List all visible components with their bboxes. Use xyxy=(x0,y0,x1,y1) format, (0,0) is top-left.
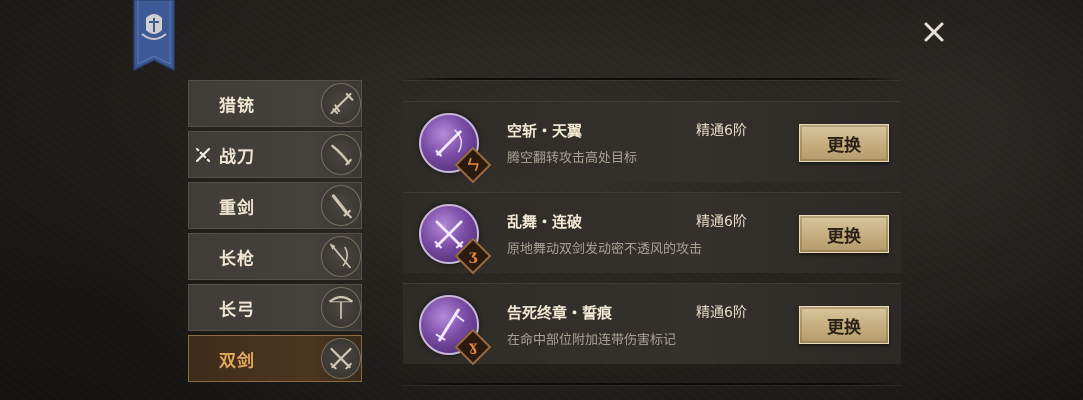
skill-level: 精通6阶 xyxy=(696,305,747,321)
weapon-label: 长枪 xyxy=(219,249,255,269)
weapon-tab-dual-swords[interactable]: 双剑 xyxy=(188,335,362,382)
weapon-label: 重剑 xyxy=(219,198,255,218)
skill-card: ㄣ 空斩・天翼 精通6阶 腾空翻转攻击高处目标 更换 xyxy=(403,101,901,184)
dual-swords-icon xyxy=(321,338,361,379)
skill-description: 原地舞动双剑发动密不透风的攻击 xyxy=(507,242,703,257)
swap-skill-button[interactable]: 更换 xyxy=(799,215,889,253)
top-divider xyxy=(402,78,901,80)
weapon-tab-spear[interactable]: 长枪 xyxy=(188,233,362,280)
skill-level: 精通6阶 xyxy=(696,123,747,139)
swap-skill-button[interactable]: 更换 xyxy=(799,306,889,344)
skill-level: 精通6阶 xyxy=(696,214,747,230)
greatsword-icon xyxy=(321,185,361,226)
skill-card: ʒ 乱舞・连破 精通6阶 原地舞动双剑发动密不透风的攻击 更换 xyxy=(403,192,901,275)
weapon-tab-bow[interactable]: 长弓 xyxy=(188,284,362,331)
skill-name: 乱舞・连破 xyxy=(507,213,583,231)
skill-card: ɣ 告死终章・誓痕 精通6阶 在命中部位附加连带伤害标记 更换 xyxy=(403,283,901,366)
swap-skill-button[interactable]: 更换 xyxy=(799,124,889,162)
weapon-label: 长弓 xyxy=(219,300,255,320)
spear-icon xyxy=(321,236,361,277)
bow-icon xyxy=(321,287,361,328)
weapon-tab-greatsword[interactable]: 重剑 xyxy=(188,182,362,229)
skill-list: ㄣ 空斩・天翼 精通6阶 腾空翻转攻击高处目标 更换 ʒ 乱舞・连破 精通6阶 … xyxy=(403,101,901,374)
crossed-swords-mark-icon xyxy=(195,147,211,163)
skill-description: 在命中部位附加连带伤害标记 xyxy=(507,333,677,348)
bottom-divider xyxy=(402,383,901,385)
skill-description: 腾空翻转攻击高处目标 xyxy=(507,151,638,166)
weapon-tab-saber[interactable]: 战刀 xyxy=(188,131,362,178)
close-button[interactable] xyxy=(918,16,950,48)
weapon-label: 双剑 xyxy=(219,351,255,371)
weapon-tab-musket[interactable]: 猎铳 xyxy=(188,80,362,127)
weapon-label: 战刀 xyxy=(219,147,255,167)
close-icon xyxy=(924,22,944,42)
weapon-label: 猎铳 xyxy=(219,96,255,116)
saber-icon xyxy=(321,134,361,175)
weapon-list: 猎铳 战刀 重剑 长枪 长弓 双剑 xyxy=(188,80,362,386)
skill-name: 空斩・天翼 xyxy=(507,122,583,140)
skill-name: 告死终章・誓痕 xyxy=(507,304,613,322)
musket-icon xyxy=(321,83,361,124)
banner-icon xyxy=(132,0,176,78)
